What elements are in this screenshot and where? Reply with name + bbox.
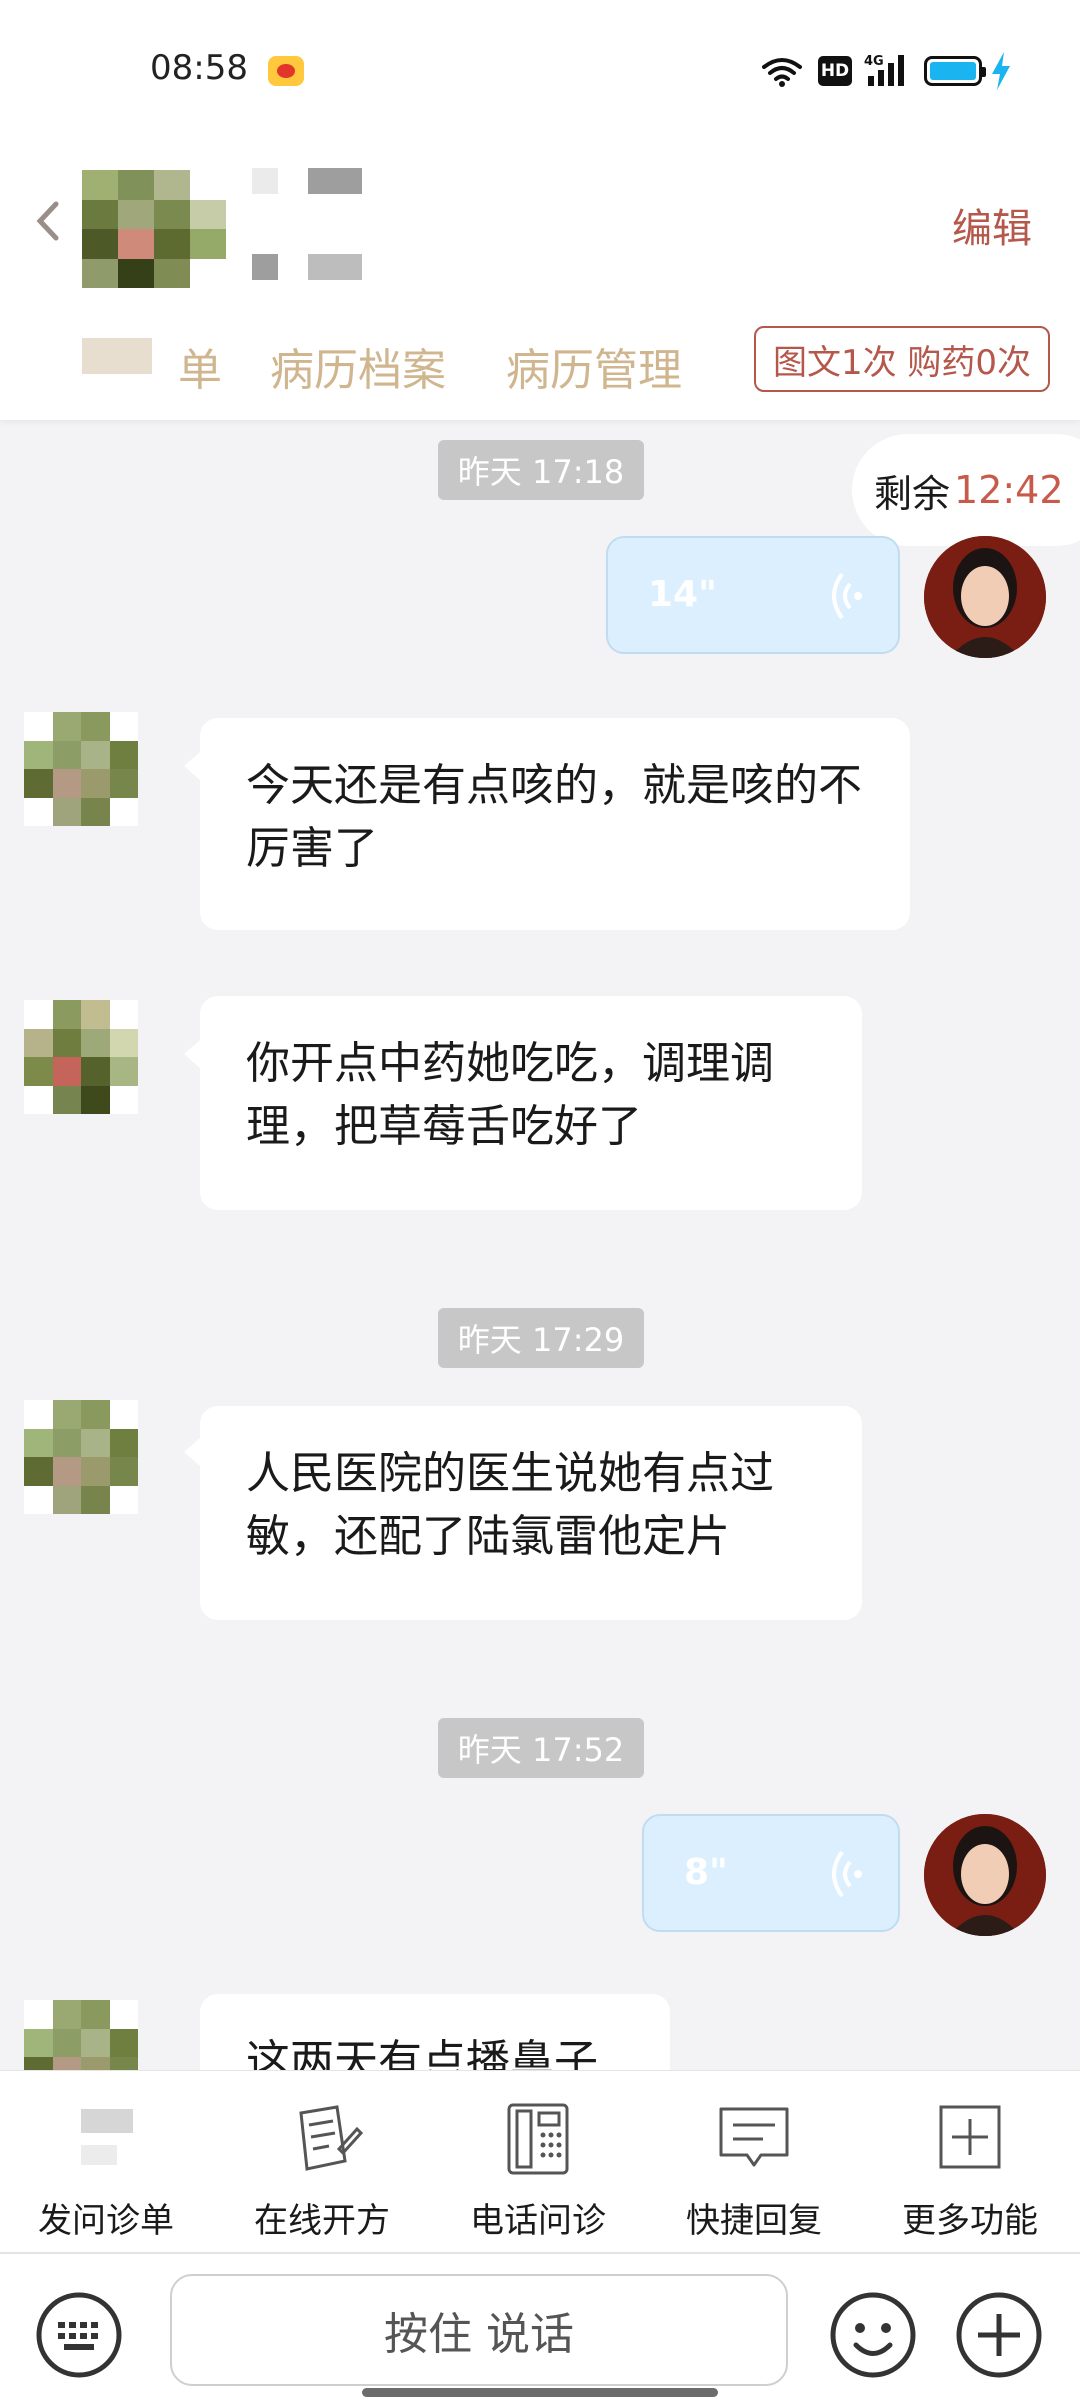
- back-icon[interactable]: [30, 196, 70, 246]
- tool-label: 在线开方: [254, 2201, 390, 2241]
- phone-icon: [507, 2103, 569, 2175]
- timestamp: 昨天 17:29: [438, 1308, 644, 1368]
- voice-message-bubble[interactable]: 14": [606, 536, 900, 654]
- doctor-avatar[interactable]: [924, 1814, 1046, 1936]
- top-header: 08:58 HD 4G 编辑 单 病历档案 病历管理 图文1次 购药0次: [0, 0, 1080, 420]
- quick-reply-icon: [719, 2107, 789, 2167]
- patient-message-bubble[interactable]: 人民医院的医生说她有点过敏，还配了陆氯雷他定片: [200, 1406, 862, 1620]
- tool-label: 更多功能: [902, 2201, 1038, 2241]
- consult-quota-badge[interactable]: 图文1次 购药0次: [754, 326, 1050, 392]
- tool-label: 快捷回复: [686, 2201, 822, 2241]
- charging-icon: [992, 52, 1010, 90]
- edit-link[interactable]: 编辑: [952, 196, 1032, 254]
- patient-avatar[interactable]: [24, 1000, 138, 1114]
- home-indicator: [362, 2388, 718, 2397]
- more-plus-icon: [939, 2105, 1001, 2169]
- battery-icon: [924, 56, 986, 86]
- hd-badge: HD: [818, 56, 852, 86]
- tab-blurred-prefix: [82, 338, 152, 374]
- tab-medical-records[interactable]: 病历档案: [270, 334, 446, 398]
- hold-to-talk-button[interactable]: 按住 说话: [170, 2274, 788, 2386]
- patient-avatar-header[interactable]: [82, 170, 226, 288]
- input-bar: 按住 说话: [0, 2252, 1080, 2402]
- phone-consult-button[interactable]: 电话问诊: [448, 2071, 628, 2253]
- online-prescription-button[interactable]: 在线开方: [232, 2071, 412, 2253]
- timestamp: 昨天 17:52: [438, 1718, 644, 1778]
- consult-toolbar: 发问诊单 在线开方 电话问诊 快捷回复 更多功能: [0, 2070, 1080, 2253]
- doctor-avatar[interactable]: [924, 536, 1046, 658]
- wifi-icon: [762, 58, 802, 87]
- quick-reply-button[interactable]: 快捷回复: [664, 2071, 844, 2253]
- signal-icon: 4G: [864, 54, 904, 86]
- keyboard-icon[interactable]: [34, 2290, 124, 2380]
- voice-duration: 8": [684, 1852, 728, 1893]
- timestamp: 昨天 17:18: [438, 440, 644, 500]
- status-time: 08:58: [150, 48, 248, 88]
- patient-message-bubble[interactable]: 你开点中药她吃吃，调理调理，把草莓舌吃好了: [200, 996, 862, 1210]
- patient-name-blurred: [252, 168, 372, 288]
- voice-wave-icon: [832, 1850, 862, 1898]
- remaining-time-pill: 剩余 12:42: [852, 434, 1080, 546]
- network-label: 4G: [864, 54, 884, 69]
- patient-avatar[interactable]: [24, 712, 138, 826]
- prescription-icon: [299, 2105, 364, 2171]
- bubble-tail: [184, 752, 200, 780]
- weibo-icon: [268, 56, 304, 86]
- bubble-tail: [184, 1040, 200, 1068]
- questionnaire-icon: [63, 2099, 149, 2179]
- plus-icon[interactable]: [954, 2290, 1044, 2380]
- tool-label: 发问诊单: [38, 2201, 174, 2241]
- more-functions-button[interactable]: 更多功能: [880, 2071, 1060, 2253]
- patient-message-bubble[interactable]: 今天还是有点咳的，就是咳的不厉害了: [200, 718, 910, 930]
- send-questionnaire-button[interactable]: 发问诊单: [16, 2071, 196, 2253]
- voice-duration: 14": [648, 574, 717, 615]
- tab-questionnaire[interactable]: 单: [178, 334, 222, 398]
- remaining-label: 剩余: [874, 471, 951, 516]
- tool-label: 电话问诊: [470, 2201, 606, 2241]
- tab-record-management[interactable]: 病历管理: [506, 334, 682, 398]
- remaining-time: 12:42: [954, 468, 1064, 512]
- voice-wave-icon: [832, 572, 862, 620]
- patient-avatar[interactable]: [24, 1400, 138, 1514]
- voice-message-bubble[interactable]: 8": [642, 1814, 900, 1932]
- emoji-icon[interactable]: [828, 2290, 918, 2380]
- bubble-tail: [184, 1438, 200, 1466]
